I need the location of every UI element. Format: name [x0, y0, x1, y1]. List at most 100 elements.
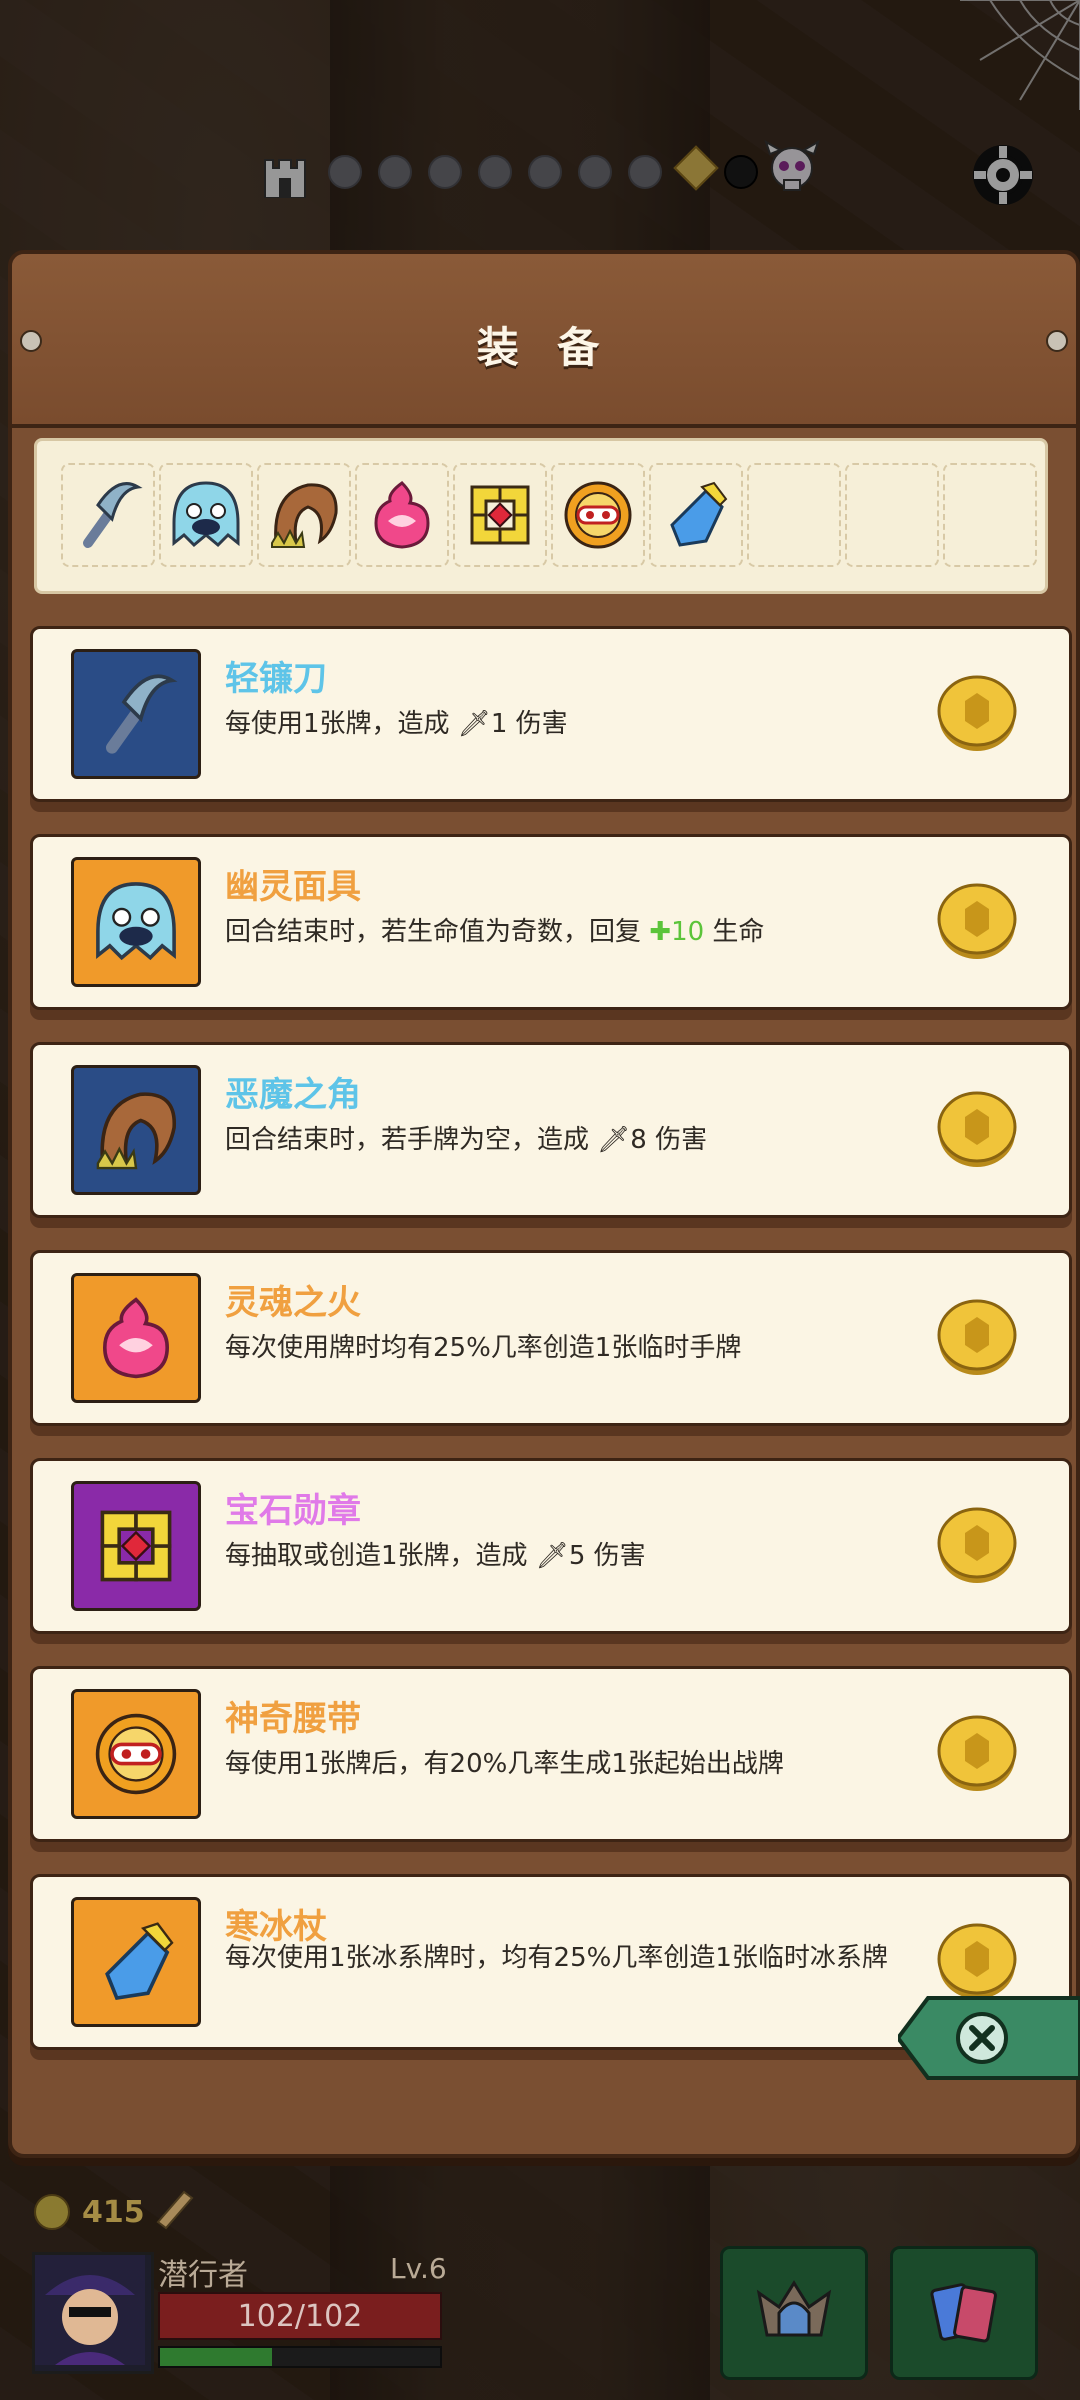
progress-current-marker	[673, 145, 719, 191]
boss-skull-icon	[764, 140, 820, 191]
gold-coin-icon[interactable]	[935, 1711, 1019, 1795]
ice-staff-icon	[105, 1922, 174, 2000]
progress-dot	[578, 155, 612, 189]
gem-medal-icon	[100, 1510, 172, 1582]
gold-coin-icon[interactable]	[935, 1087, 1019, 1171]
gold-coin-icon[interactable]	[935, 1503, 1019, 1587]
item-icon-frame	[71, 649, 201, 779]
damage-value: 5	[568, 1541, 586, 1571]
progress-dot	[478, 155, 512, 189]
progress-dot	[328, 155, 362, 189]
item-description: 每抽取或创造1张牌，造成 🗡5 伤害	[225, 1539, 975, 1573]
heal-plus-icon: ✚	[649, 917, 672, 947]
slot-ice-staff[interactable]	[649, 463, 743, 567]
soul-fire-icon	[374, 481, 430, 549]
item-card[interactable]: 神奇腰带 每使用1张牌后，有20%几率生成1张起始出战牌	[30, 1666, 1072, 1842]
slot-demon-horn[interactable]	[257, 463, 351, 567]
description-text: 每使用1张牌，造成	[225, 709, 458, 739]
magic-belt-icon	[564, 481, 632, 549]
panel-header: 装 备	[12, 254, 1076, 428]
player-avatar[interactable]	[32, 2252, 154, 2374]
item-icon-frame	[71, 1065, 201, 1195]
ghost-mask-icon	[172, 481, 240, 548]
description-text: 每抽取或创造1张牌，造成	[225, 1541, 536, 1571]
rogue-portrait-icon	[35, 2255, 145, 2365]
progress-dot	[628, 155, 662, 189]
cards-icon	[930, 2283, 997, 2343]
item-icon-frame	[71, 857, 201, 987]
description-text: 每次使用1张冰系牌时，均有25%几率创造1张临时冰系牌	[225, 1943, 888, 1973]
item-card[interactable]: 灵魂之火 每次使用牌时均有25%几率创造1张临时手牌	[30, 1250, 1072, 1426]
item-description: 每使用1张牌，造成 🗡1 伤害	[225, 707, 975, 741]
ice-staff-icon	[670, 481, 728, 547]
item-name: 恶魔之角	[225, 1075, 361, 1115]
stage-progress	[260, 140, 820, 200]
heal-value: 10	[671, 917, 705, 947]
settings-gear-icon[interactable]	[968, 140, 1038, 210]
helmet-button[interactable]	[720, 2246, 868, 2380]
cobweb-icon	[960, 0, 1080, 110]
item-description: 回合结束时，若生命值为奇数，回复 ✚10 生命	[225, 915, 975, 949]
equipment-slot-bar	[34, 438, 1048, 594]
description-text: 伤害	[585, 1541, 646, 1571]
player-level: Lv.6	[390, 2252, 447, 2285]
progress-dot	[528, 155, 562, 189]
progress-dot	[724, 155, 758, 189]
deck-button[interactable]	[890, 2246, 1038, 2380]
hp-bar: 102/102	[158, 2292, 442, 2340]
item-description: 每使用1张牌后，有20%几率生成1张起始出战牌	[225, 1747, 975, 1781]
progress-dot	[378, 155, 412, 189]
empty-slot	[747, 463, 841, 567]
ghost-mask-icon	[96, 882, 176, 961]
item-card[interactable]: 幽灵面具 回合结束时，若生命值为奇数，回复 ✚10 生命	[30, 834, 1072, 1010]
equipment-panel: 装 备 轻镰刀 每使用1张牌，造成 🗡1 伤害 幽灵面具 回合结束时，若生命值为…	[8, 250, 1080, 2158]
scroll-icon[interactable]	[150, 2184, 198, 2232]
gold-coin-icon[interactable]	[935, 1295, 1019, 1379]
demon-horn-icon	[271, 483, 338, 548]
empty-slot	[943, 463, 1037, 567]
slot-magic-belt[interactable]	[551, 463, 645, 567]
item-name: 灵魂之火	[225, 1283, 361, 1323]
description-text: 每使用1张牌后，有20%几率生成1张起始出战牌	[225, 1749, 784, 1779]
item-icon-frame	[71, 1689, 201, 1819]
item-icon-frame	[71, 1273, 201, 1403]
description-text: 每次使用牌时均有25%几率创造1张临时手牌	[225, 1333, 742, 1363]
slot-sickle[interactable]	[61, 463, 155, 567]
progress-dot	[428, 155, 462, 189]
description-text: 生命	[704, 917, 765, 947]
item-name: 神奇腰带	[225, 1699, 361, 1739]
item-icon-frame	[71, 1897, 201, 2027]
description-text: 伤害	[646, 1125, 708, 1155]
sword-icon: 🗡	[597, 1125, 631, 1155]
item-card[interactable]: 轻镰刀 每使用1张牌，造成 🗡1 伤害	[30, 626, 1072, 802]
item-description: 每次使用牌时均有25%几率创造1张临时手牌	[225, 1331, 975, 1365]
gold-counter: 415	[32, 2192, 145, 2232]
description-text: 回合结束时，若生命值为奇数，回复	[225, 917, 650, 947]
player-name: 潜行者	[158, 2258, 248, 2293]
slot-ghost-mask[interactable]	[159, 463, 253, 567]
description-text: 回合结束时，若手牌为空，造成	[225, 1125, 598, 1155]
helmet-icon	[756, 2280, 832, 2337]
sickle-icon	[83, 482, 143, 548]
gold-coin-icon	[34, 2194, 70, 2230]
panel-title: 装 备	[476, 323, 612, 372]
gem-medal-icon	[470, 485, 530, 545]
slot-gem-medal[interactable]	[453, 463, 547, 567]
castle-icon	[264, 159, 306, 198]
item-name: 幽灵面具	[225, 867, 361, 907]
hp-text: 102/102	[237, 2298, 363, 2334]
sword-icon: 🗡	[535, 1541, 569, 1571]
magic-belt-icon	[95, 1713, 177, 1795]
gold-coin-icon[interactable]	[935, 879, 1019, 963]
demon-horn-icon	[96, 1092, 176, 1170]
slot-soul-fire[interactable]	[355, 463, 449, 567]
item-card[interactable]: 恶魔之角 回合结束时，若手牌为空，造成 🗡8 伤害	[30, 1042, 1072, 1218]
xp-bar	[158, 2346, 442, 2368]
item-description: 每次使用1张冰系牌时，均有25%几率创造1张临时冰系牌	[225, 1941, 975, 1975]
item-description: 回合结束时，若手牌为空，造成 🗡8 伤害	[225, 1123, 975, 1157]
empty-slot	[845, 463, 939, 567]
gold-amount: 415	[82, 2194, 145, 2230]
item-card[interactable]: 宝石勋章 每抽取或创造1张牌，造成 🗡5 伤害	[30, 1458, 1072, 1634]
gold-coin-icon[interactable]	[935, 671, 1019, 755]
close-button[interactable]	[898, 1988, 1080, 2088]
